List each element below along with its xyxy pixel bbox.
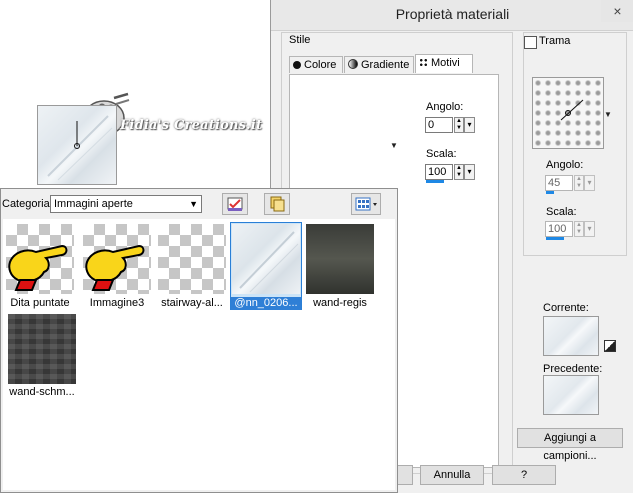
trama-angolo-slider[interactable] xyxy=(546,191,554,194)
image-check-icon xyxy=(227,197,243,211)
dialog-title: Proprietà materiali xyxy=(395,6,510,22)
precedente-swatch[interactable] xyxy=(543,375,599,415)
thumbnail-dita-puntate[interactable] xyxy=(6,224,74,294)
angolo-label: Angolo: xyxy=(426,101,464,113)
trama-label: Trama xyxy=(539,35,571,47)
trama-angolo-label: Angolo: xyxy=(546,159,584,171)
trama-scala-dropdown[interactable]: ▾ xyxy=(584,221,595,237)
trama-chevron-icon[interactable]: ▼ xyxy=(604,110,612,119)
copy-icon xyxy=(270,196,285,212)
thumbnail-label: Immagine3 xyxy=(89,297,145,309)
ok-button-partial[interactable] xyxy=(398,465,413,485)
trama-angolo-spinner[interactable]: ▲ ▼ xyxy=(574,175,584,191)
trama-scala-input[interactable]: 100 xyxy=(545,221,573,237)
pointing-hand-icon xyxy=(85,244,145,291)
annulla-button[interactable]: Annulla xyxy=(420,465,484,485)
aggiungi-button[interactable]: Aggiungi a campioni... xyxy=(517,428,623,462)
copy-button[interactable] xyxy=(264,193,290,215)
scala-input[interactable]: 100 xyxy=(425,164,453,180)
help-button[interactable]: ? xyxy=(492,465,556,485)
thumbnail-label-selected: @nn_0206... xyxy=(231,297,301,310)
tab-gradiente[interactable]: Gradiente xyxy=(344,56,414,73)
tab-colore[interactable]: Colore xyxy=(289,56,343,73)
scala-label: Scala: xyxy=(426,148,457,160)
thumbnail-wand-regis[interactable] xyxy=(306,224,374,294)
scala-slider[interactable] xyxy=(426,180,444,183)
chevron-down-icon: ▼ xyxy=(189,199,198,209)
precedente-label: Precedente: xyxy=(543,363,603,375)
category-select[interactable]: Immagini aperte ▼ xyxy=(50,195,202,213)
corrente-swatch[interactable] xyxy=(543,316,599,356)
thumbnail-label: wand-schm... xyxy=(9,386,75,398)
thumbnail-immagine3[interactable] xyxy=(83,224,151,294)
chevron-down-icon[interactable]: ▼ xyxy=(390,141,398,150)
trama-angolo-dropdown[interactable]: ▾ xyxy=(584,175,595,191)
close-icon: × xyxy=(613,3,622,19)
grid-view-icon xyxy=(355,197,377,211)
scala-spinner[interactable]: ▲ ▼ xyxy=(454,164,464,180)
texture-lines xyxy=(239,231,299,293)
dialog-titlebar[interactable]: Proprietà materiali × xyxy=(271,0,633,31)
trama-checkbox[interactable] xyxy=(524,36,537,49)
trama-scala-slider[interactable] xyxy=(546,237,564,240)
angolo-dropdown[interactable]: ▾ xyxy=(464,117,475,133)
close-button[interactable]: × xyxy=(601,0,633,22)
thumbnail-stairway[interactable] xyxy=(158,224,226,294)
thumbnail-label: stairway-al... xyxy=(161,297,223,309)
angolo-input[interactable]: 0 xyxy=(425,117,453,133)
browse-button[interactable] xyxy=(222,193,248,215)
pointing-hand-icon xyxy=(8,244,68,291)
stile-label: Stile xyxy=(287,34,313,46)
scala-dropdown[interactable]: ▾ xyxy=(464,164,475,180)
thumbnail-label: wand-regis xyxy=(313,297,367,309)
corrente-label: Corrente: xyxy=(543,302,589,314)
view-options-button[interactable] xyxy=(351,193,381,215)
trama-scala-label: Scala: xyxy=(546,206,577,218)
tab-motivi[interactable]: Motivi xyxy=(415,54,473,73)
thumbnail-label: Dita puntate xyxy=(10,297,70,309)
thumbnail-wand-schm[interactable] xyxy=(8,314,76,384)
watermark-text: Fidia's Creations.it xyxy=(120,118,263,133)
trama-swatch[interactable] xyxy=(532,77,604,149)
pattern-icon xyxy=(419,58,428,67)
trama-angolo-input[interactable]: 45 xyxy=(545,175,573,191)
pattern-swatch[interactable] xyxy=(37,105,117,185)
category-label: Categoria: xyxy=(2,198,53,210)
angolo-spinner[interactable]: ▲ ▼ xyxy=(454,117,464,133)
gradient-icon xyxy=(348,59,358,69)
thumbnail-nn-0206[interactable] xyxy=(232,224,300,294)
trama-scala-spinner[interactable]: ▲ ▼ xyxy=(574,221,584,237)
swap-icon[interactable] xyxy=(604,340,616,352)
circle-icon xyxy=(293,61,301,69)
